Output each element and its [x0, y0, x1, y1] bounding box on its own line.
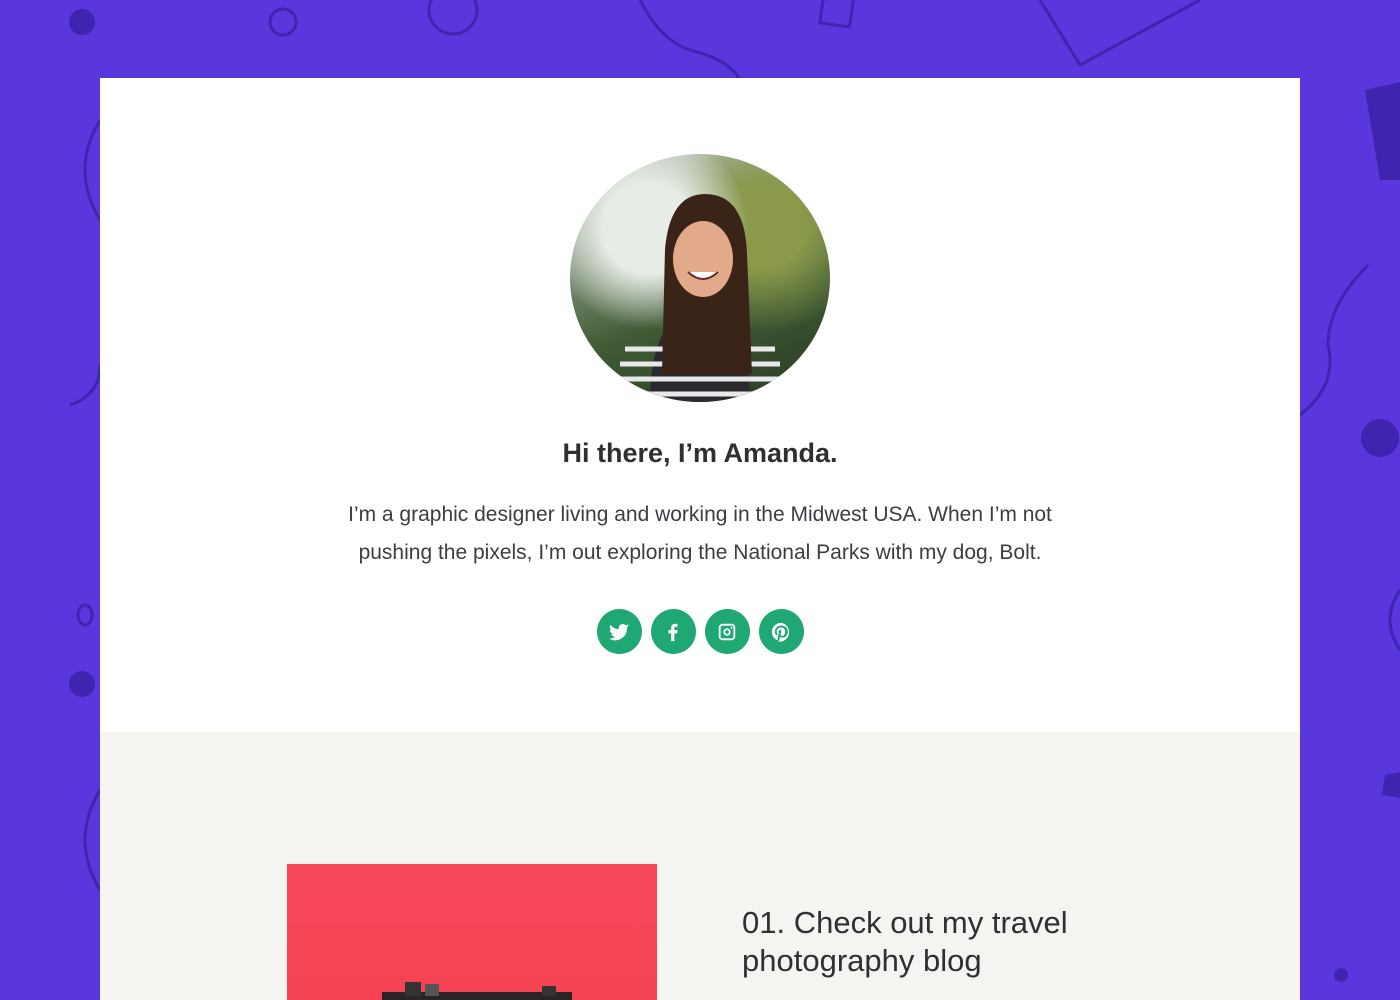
facebook-button[interactable]	[650, 609, 696, 654]
blog-image[interactable]	[287, 864, 657, 1000]
pinterest-icon	[771, 622, 790, 642]
instagram-button[interactable]	[704, 609, 750, 654]
avatar	[570, 154, 830, 402]
social-links	[100, 609, 1300, 654]
page-title: Hi there, I’m Amanda.	[562, 438, 838, 468]
camera-photo	[382, 982, 572, 1000]
pinterest-button[interactable]	[758, 609, 804, 654]
profile-card: Hi there, I’m Amanda. I’m a graphic desi…	[100, 78, 1300, 1000]
instagram-icon	[718, 623, 736, 640]
bio-text: I’m a graphic designer living and workin…	[348, 503, 1052, 564]
hero-section: Hi there, I’m Amanda. I’m a graphic desi…	[100, 78, 1300, 732]
twitter-button[interactable]	[596, 609, 642, 654]
avatar-photo	[610, 194, 790, 402]
twitter-icon	[608, 623, 630, 640]
facebook-icon	[668, 623, 678, 641]
link-title-travel-blog[interactable]: 01. Check out my travel photography blog	[742, 904, 1102, 980]
links-section: 01. Check out my travel photography blog	[100, 732, 1300, 1000]
